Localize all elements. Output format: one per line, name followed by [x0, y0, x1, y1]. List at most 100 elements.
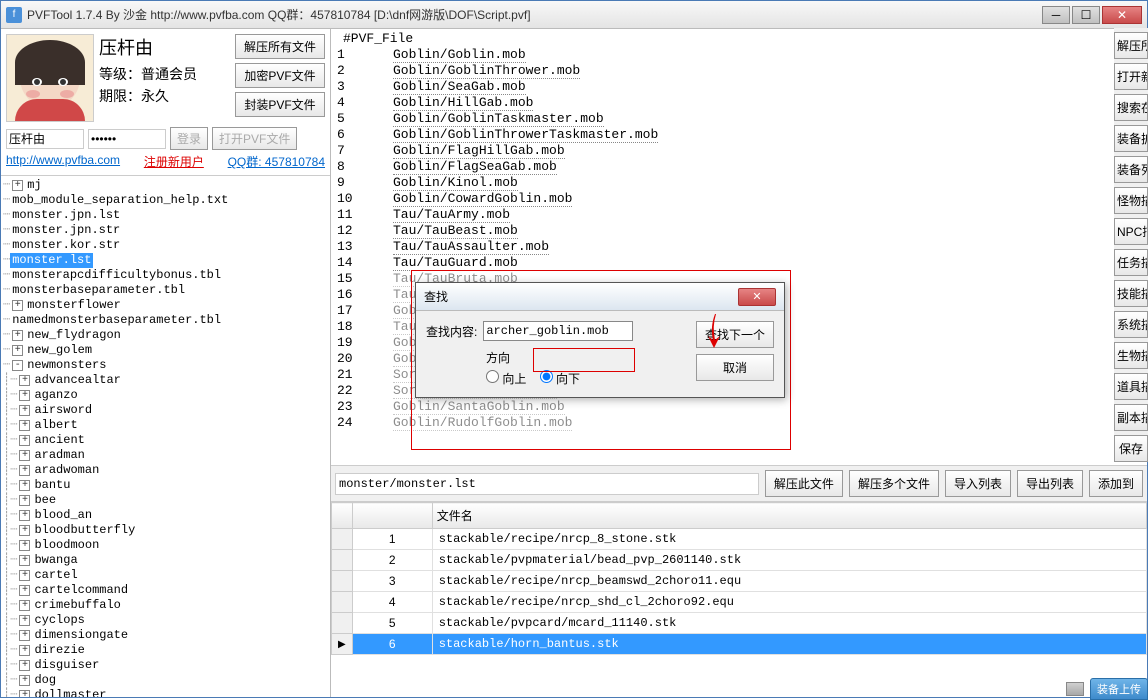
expand-icon[interactable]: + [19, 390, 30, 401]
expand-icon[interactable]: + [19, 690, 30, 697]
add-to-button[interactable]: 添加到 [1089, 470, 1143, 497]
tree-node[interactable]: ┈ monster.jpn.str [3, 223, 328, 238]
login-user-input[interactable] [6, 129, 84, 149]
tree-node[interactable]: ┊┈+crimebuffalo [3, 598, 328, 613]
expand-icon[interactable]: + [12, 180, 23, 191]
table-row[interactable]: 1stackable/recipe/nrcp_8_stone.stk [332, 529, 1147, 550]
col-index[interactable] [352, 503, 432, 529]
tree-node[interactable]: ┊┈+bloodbutterfly [3, 523, 328, 538]
expand-icon[interactable]: + [19, 675, 30, 686]
expand-icon[interactable]: + [19, 630, 30, 641]
side-button[interactable]: 系统描 [1114, 311, 1148, 338]
open-pvf-button[interactable]: 打开PVF文件 [212, 127, 297, 150]
expand-icon[interactable]: + [19, 555, 30, 566]
extract-multi-button[interactable]: 解压多个文件 [849, 470, 939, 497]
expand-icon[interactable]: + [19, 540, 30, 551]
tree-node[interactable]: ┊┈+cartel [3, 568, 328, 583]
expand-icon[interactable]: + [12, 300, 23, 311]
expand-icon[interactable]: + [19, 375, 30, 386]
minimize-button[interactable]: ─ [1042, 6, 1070, 24]
tree-node[interactable]: ┈+new_golem [3, 343, 328, 358]
expand-icon[interactable]: + [12, 345, 23, 356]
expand-icon[interactable]: + [19, 660, 30, 671]
find-close-button[interactable]: ✕ [738, 288, 776, 306]
close-button[interactable]: ✕ [1102, 6, 1142, 24]
tree-node[interactable]: ┊┈+aradman [3, 448, 328, 463]
encrypt-pvf-button[interactable]: 加密PVF文件 [235, 63, 325, 88]
tree-node[interactable]: ┊┈+bwanga [3, 553, 328, 568]
tree-node[interactable]: ┈ monsterapcdifficultybonus.tbl [3, 268, 328, 283]
expand-icon[interactable]: + [19, 405, 30, 416]
subwindow-label[interactable]: 装备上传 [1090, 678, 1148, 700]
tree-node[interactable]: ┊┈+ancient [3, 433, 328, 448]
side-button[interactable]: 怪物描 [1114, 187, 1148, 214]
expand-icon[interactable]: + [19, 450, 30, 461]
result-table[interactable]: 文件名 1stackable/recipe/nrcp_8_stone.stk2s… [331, 502, 1147, 655]
tree-node[interactable]: ┊┈+dog [3, 673, 328, 688]
editor[interactable]: #PVF_File1Goblin/Goblin.mob2Goblin/Gobli… [331, 29, 1147, 466]
find-input[interactable] [483, 321, 633, 341]
tree-node[interactable]: ┈ monster.jpn.lst [3, 208, 328, 223]
tree-node[interactable]: ┈-newmonsters [3, 358, 328, 373]
login-pass-input[interactable] [88, 129, 166, 149]
expand-icon[interactable]: + [19, 480, 30, 491]
tree-node[interactable]: ┈ mob_module_separation_help.txt [3, 193, 328, 208]
extract-this-button[interactable]: 解压此文件 [765, 470, 843, 497]
expand-icon[interactable]: + [19, 465, 30, 476]
side-button[interactable]: 生物描 [1114, 342, 1148, 369]
table-row[interactable]: 4stackable/recipe/nrcp_shd_cl_2choro92.e… [332, 592, 1147, 613]
side-button[interactable]: 副本描 [1114, 404, 1148, 431]
expand-icon[interactable]: + [19, 585, 30, 596]
import-list-button[interactable]: 导入列表 [945, 470, 1011, 497]
expand-icon[interactable]: + [19, 600, 30, 611]
expand-icon[interactable]: + [12, 330, 23, 341]
tree-node[interactable]: ┊┈+dollmaster [3, 688, 328, 697]
tree-node[interactable]: ┊┈+cyclops [3, 613, 328, 628]
tree-node[interactable]: ┊┈+airsword [3, 403, 328, 418]
table-row[interactable]: 5stackable/pvpcard/mcard_11140.stk [332, 613, 1147, 634]
tree-node[interactable]: ┈ monster.kor.str [3, 238, 328, 253]
pack-pvf-button[interactable]: 封装PVF文件 [235, 92, 325, 117]
homepage-link[interactable]: http://www.pvfba.com [6, 153, 120, 170]
expand-icon[interactable]: + [19, 495, 30, 506]
tree-node[interactable]: ┈+mj [3, 178, 328, 193]
side-button[interactable]: 任务描 [1114, 249, 1148, 276]
file-tree[interactable]: ┈+mj ┈ mob_module_separation_help.txt ┈ … [1, 175, 330, 697]
qq-link[interactable]: QQ群: 457810784 [228, 153, 325, 170]
tree-node[interactable]: ┊┈+albert [3, 418, 328, 433]
side-button[interactable]: 保存 [1114, 435, 1148, 462]
side-button[interactable]: 装备扩 [1114, 125, 1148, 152]
register-link[interactable]: 注册新用户 [144, 153, 204, 170]
tree-node[interactable]: ┊┈+aradwoman [3, 463, 328, 478]
table-row[interactable]: 2stackable/pvpmaterial/bead_pvp_2601140.… [332, 550, 1147, 571]
side-button[interactable]: 搜索在 [1114, 94, 1148, 121]
path-input[interactable] [335, 473, 759, 495]
dir-down-radio[interactable]: 向下 [540, 372, 580, 386]
side-button[interactable]: NPC描 [1114, 218, 1148, 245]
tree-node[interactable]: ┊┈+bee [3, 493, 328, 508]
tree-node[interactable]: ┈+monsterflower [3, 298, 328, 313]
expand-icon[interactable]: + [19, 435, 30, 446]
tree-node[interactable]: ┊┈+dimensiongate [3, 628, 328, 643]
side-button[interactable]: 解压所 [1114, 32, 1148, 59]
subwindow-icon[interactable] [1066, 682, 1084, 696]
expand-icon[interactable]: + [19, 570, 30, 581]
find-next-button[interactable]: 查找下一个 [696, 321, 774, 348]
tree-node[interactable]: ┈ monsterbaseparameter.tbl [3, 283, 328, 298]
maximize-button[interactable]: ☐ [1072, 6, 1100, 24]
tree-node[interactable]: ┈ namedmonsterbaseparameter.tbl [3, 313, 328, 328]
expand-icon[interactable]: + [19, 525, 30, 536]
table-row[interactable]: 3stackable/recipe/nrcp_beamswd_2choro11.… [332, 571, 1147, 592]
find-cancel-button[interactable]: 取消 [696, 354, 774, 381]
tree-node[interactable]: ┊┈+advancealtar [3, 373, 328, 388]
tree-node[interactable]: ┊┈+aganzo [3, 388, 328, 403]
side-button[interactable]: 道具描 [1114, 373, 1148, 400]
tree-node[interactable]: ┊┈+blood_an [3, 508, 328, 523]
table-row[interactable]: ▶6stackable/horn_bantus.stk [332, 634, 1147, 655]
tree-node[interactable]: ┊┈+cartelcommand [3, 583, 328, 598]
extract-all-button[interactable]: 解压所有文件 [235, 34, 325, 59]
dir-up-radio[interactable]: 向上 [486, 372, 526, 386]
expand-icon[interactable]: + [19, 615, 30, 626]
tree-node[interactable]: ┈ monster.lst [3, 253, 328, 268]
side-button[interactable]: 技能描 [1114, 280, 1148, 307]
